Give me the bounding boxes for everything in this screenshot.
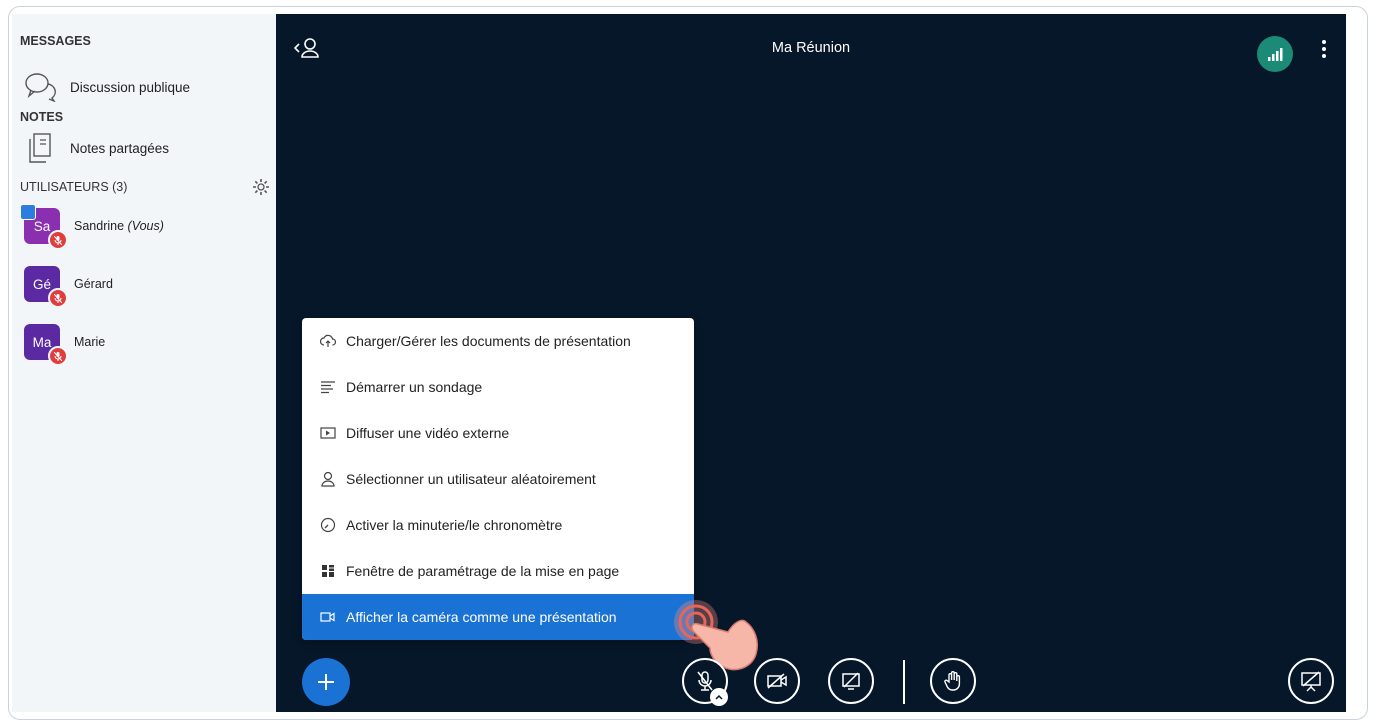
menu-item-start-poll[interactable]: Démarrer un sondage [302,364,694,410]
more-options-icon[interactable] [1320,38,1328,65]
avatar: Gé [24,266,68,308]
menu-item-manage-presentations[interactable]: Charger/Gérer les documents de présentat… [302,318,694,364]
meeting-main-area: Ma Réunion Charger/Gérer les documents d… [276,14,1346,712]
poll-list-icon [321,381,335,394]
layout-icon [322,565,334,577]
camera-icon [320,612,335,622]
messages-section-title: MESSAGES [20,34,91,48]
shared-notes-item[interactable]: Notes partagées [24,132,169,164]
user-name: Sandrine [74,219,125,233]
user-name: Marie [74,335,106,349]
avatar: Ma [24,324,68,366]
signal-bars-icon [1268,48,1283,61]
upload-cloud-icon [320,334,336,347]
muted-mic-icon [48,288,68,308]
share-webcam-button[interactable] [754,658,800,704]
menu-item-random-user[interactable]: Sélectionner un utilisateur aléatoiremen… [302,456,694,502]
actions-plus-button[interactable] [302,658,350,706]
user-icon [321,471,335,487]
share-screen-button[interactable] [828,658,874,704]
public-chat-label: Discussion publique [70,79,191,95]
raise-hand-button[interactable] [930,658,976,704]
notes-section-title: NOTES [20,110,64,124]
menu-item-timer[interactable]: Activer la minuterie/le chronomètre [302,502,694,548]
chat-bubbles-icon [25,73,56,102]
restore-presentation-button[interactable] [1288,658,1334,704]
user-item-sandrine[interactable]: Sa Sandrine (Vous) [20,204,164,250]
menu-item-layout-settings[interactable]: Fenêtre de paramétrage de la mise en pag… [302,548,694,594]
meeting-title: Ma Réunion [771,40,851,56]
screen-share-off-icon [842,672,860,690]
user-you-tag: (Vous) [127,219,164,233]
muted-mic-icon [48,346,68,366]
connection-status-button[interactable] [1257,36,1293,72]
document-icon [29,133,51,163]
user-name: Gérard [74,277,113,291]
sidebar: MESSAGES Discussion publique NOTES Notes… [12,14,276,712]
shared-notes-label: Notes partagées [70,140,170,156]
hand-icon [944,671,961,691]
microphone-muted-icon [697,671,713,691]
menu-item-external-video[interactable]: Diffuser une vidéo externe [302,410,694,456]
actions-menu: Charger/Gérer les documents de présentat… [302,318,694,640]
camera-off-icon [767,673,787,689]
menu-item-camera-as-presentation[interactable]: Afficher la caméra comme une présentatio… [302,594,694,640]
timer-icon [320,517,336,533]
avatar: Sa [20,204,68,250]
user-item-marie[interactable]: Ma Marie [24,324,106,366]
presentation-off-icon [1301,671,1321,692]
public-chat-item[interactable]: Discussion publique [24,72,190,102]
audio-options-chevron-icon[interactable] [710,688,728,706]
muted-mic-icon [48,230,68,250]
controls-divider [903,660,905,704]
user-item-gerard[interactable]: Gé Gérard [24,266,113,308]
plus-icon [318,674,334,690]
users-settings-gear-icon[interactable] [252,178,270,201]
users-section-title: UTILISATEURS (3) [20,180,128,194]
presenter-icon [20,204,36,220]
external-video-icon [320,427,336,439]
